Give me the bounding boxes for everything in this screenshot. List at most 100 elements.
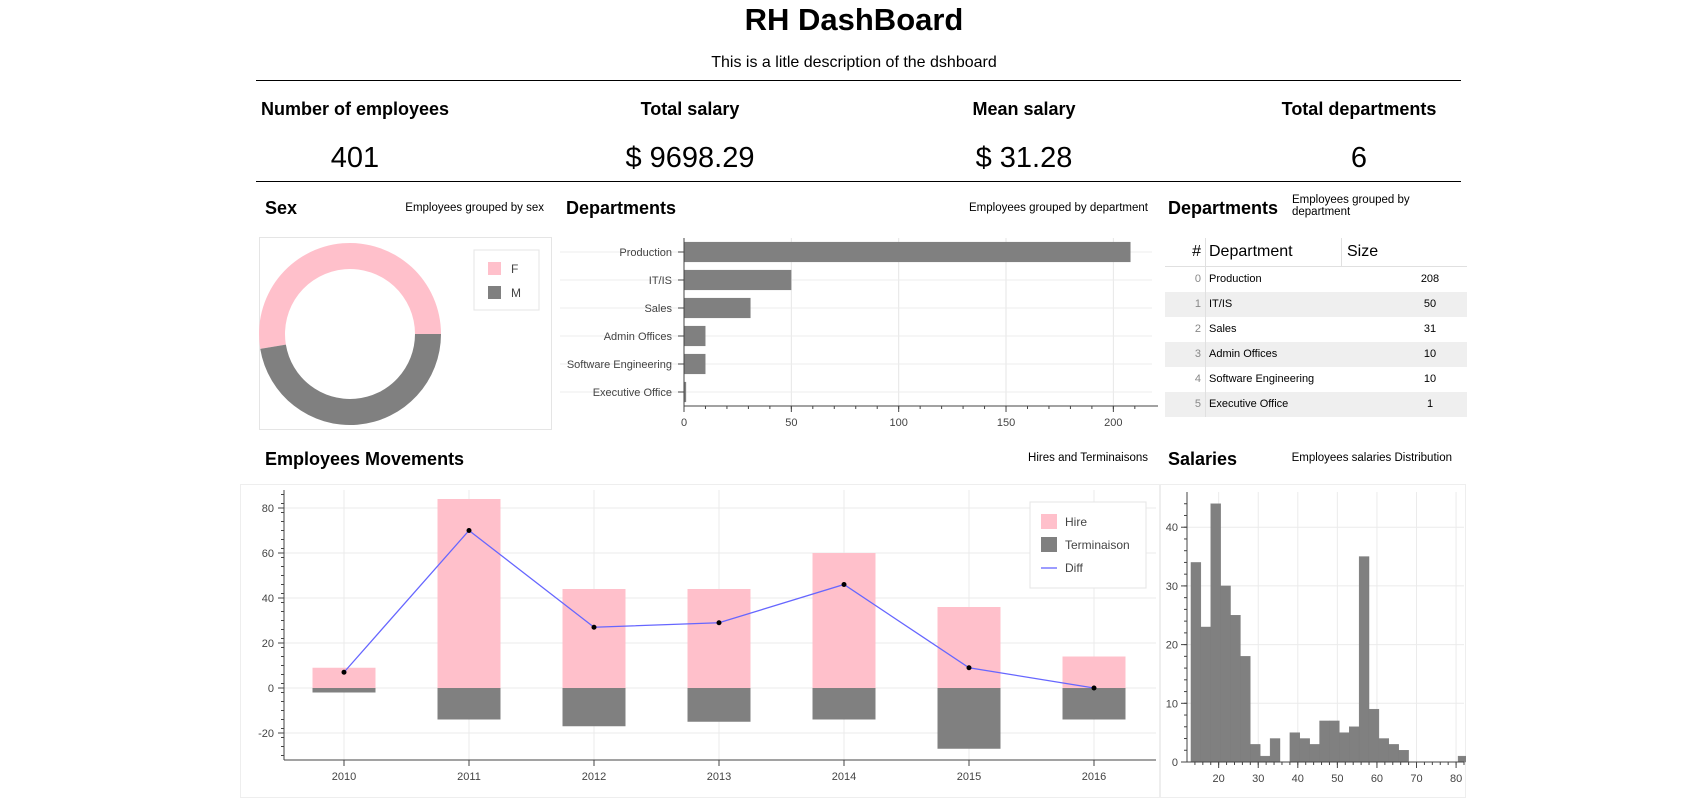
table-cell-size: 50: [1423, 298, 1437, 310]
kpi-divider: [256, 181, 1461, 182]
table-cell-size: 208: [1420, 273, 1440, 285]
bar: [684, 241, 1131, 263]
x-tick-label: 200: [1104, 417, 1122, 429]
hire-bar: [812, 553, 876, 688]
table-col-divider: [1205, 238, 1206, 266]
legend-label-terminaison: Terminaison: [1065, 538, 1130, 552]
table-cell-department: Admin Offices: [1209, 348, 1278, 360]
table-row[interactable]: 0 Production 208: [1165, 267, 1467, 292]
y-tick-label: 20: [262, 638, 274, 650]
histogram-bin: [1240, 656, 1251, 763]
kpi-mean-salary: Mean salary $ 31.28: [874, 99, 1174, 175]
y-tick-label: 10: [1166, 698, 1178, 710]
x-tick-label: 2014: [832, 771, 856, 783]
table-cell-index: 0: [1194, 273, 1201, 285]
terminaison-bar: [812, 688, 876, 720]
histogram-bin: [1260, 755, 1271, 763]
y-tick-label: Software Engineering: [567, 359, 672, 371]
histogram-bin: [1289, 732, 1300, 763]
departments-chart-subtitle: Employees grouped by department: [969, 202, 1148, 214]
y-tick-label: 20: [1166, 640, 1178, 652]
kpi-total-salary-label: Total salary: [640, 99, 740, 119]
diff-point: [1091, 685, 1097, 691]
table-row[interactable]: 4 Software Engineering 10: [1165, 367, 1467, 392]
terminaison-bar: [562, 688, 626, 727]
table-row[interactable]: 3 Admin Offices 10: [1165, 342, 1467, 367]
table-cell-size: 31: [1423, 323, 1437, 335]
table-cell-department: Production: [1209, 273, 1262, 285]
table-row[interactable]: 1 IT/IS 50: [1165, 292, 1467, 317]
x-tick-label: 50: [1331, 773, 1343, 785]
terminaison-bar: [687, 688, 751, 722]
table-row[interactable]: 5 Executive Office 1: [1165, 392, 1467, 417]
histogram-bin: [1299, 738, 1310, 763]
x-tick-label: 80: [1450, 773, 1462, 785]
sex-legend-box: [473, 249, 540, 311]
legend-label-m: M: [511, 286, 521, 300]
kpi-employees: Number of employees 401: [205, 99, 505, 175]
sex-title: Sex: [265, 198, 298, 218]
y-tick-label: -20: [258, 728, 274, 740]
x-tick-label: 2016: [1082, 771, 1106, 783]
y-tick-label: Admin Offices: [604, 331, 673, 343]
x-tick-label: 2013: [707, 771, 731, 783]
legend-swatch-f: [488, 262, 501, 275]
kpi-mean-salary-label: Mean salary: [972, 99, 1076, 119]
movements-subtitle: Hires and Terminaisons: [1028, 452, 1148, 464]
terminaison-bar: [312, 688, 376, 693]
histogram-bin: [1190, 562, 1202, 763]
terminaison-bar: [937, 688, 1001, 749]
table-cell-size: 10: [1423, 348, 1437, 360]
histogram-bin: [1200, 626, 1211, 763]
table-col-divider: [1205, 367, 1206, 392]
header-divider: [256, 80, 1461, 81]
diff-point: [466, 528, 472, 533]
y-tick-label: 40: [262, 593, 274, 605]
legend-label-hire: Hire: [1065, 515, 1087, 529]
bar: [684, 297, 751, 319]
legend-label-diff: Diff: [1065, 561, 1083, 575]
histogram-bin: [1349, 726, 1360, 763]
table-col-divider: [1205, 267, 1206, 292]
y-tick-label: 30: [1166, 581, 1178, 593]
histogram-bin: [1378, 738, 1390, 763]
diff-point: [841, 582, 847, 587]
salaries-title: Salaries: [1168, 449, 1238, 469]
page-title: RH DashBoard: [744, 2, 964, 37]
kpi-employees-value: 401: [330, 142, 380, 174]
kpi-total-departments-label: Total departments: [1281, 99, 1437, 119]
table-cell-department: Sales: [1209, 323, 1237, 335]
histogram-bin: [1368, 708, 1380, 763]
diff-point: [591, 624, 597, 630]
hire-bar: [937, 607, 1001, 688]
kpi-total-departments-value: 6: [1350, 142, 1368, 174]
hire-bar: [687, 589, 751, 688]
y-tick-label: 80: [262, 503, 274, 515]
x-tick-label: 2011: [457, 771, 481, 783]
histogram-bin: [1319, 720, 1330, 763]
y-tick-label: Sales: [644, 303, 672, 315]
x-tick-label: 60: [1371, 773, 1383, 785]
histogram-bin: [1398, 750, 1409, 763]
kpi-mean-salary-value: $ 31.28: [975, 142, 1073, 174]
hire-bar: [1062, 656, 1126, 688]
kpi-employees-label: Number of employees: [260, 99, 450, 119]
table-cell-index: 2: [1194, 323, 1201, 335]
y-tick-label: Production: [619, 247, 672, 259]
sex-donut-chart: F M: [259, 237, 552, 430]
x-tick-label: 2015: [957, 771, 981, 783]
histogram-bin: [1210, 503, 1221, 763]
table-cell-index: 1: [1194, 298, 1201, 310]
histogram-bin: [1250, 744, 1261, 763]
table-row[interactable]: 2 Sales 31: [1165, 317, 1467, 342]
table-header-size: Size: [1347, 243, 1379, 260]
hire-bar: [437, 499, 501, 688]
x-tick-label: 2010: [332, 771, 356, 783]
y-tick-label: 40: [1166, 522, 1178, 534]
histogram-bin: [1309, 744, 1320, 763]
table-col-divider: [1205, 392, 1206, 417]
kpi-total-departments: Total departments 6: [1209, 99, 1509, 175]
salaries-subtitle: Employees salaries Distribution: [1291, 452, 1452, 464]
histogram-bin: [1269, 738, 1281, 763]
table-cell-index: 4: [1194, 373, 1201, 385]
